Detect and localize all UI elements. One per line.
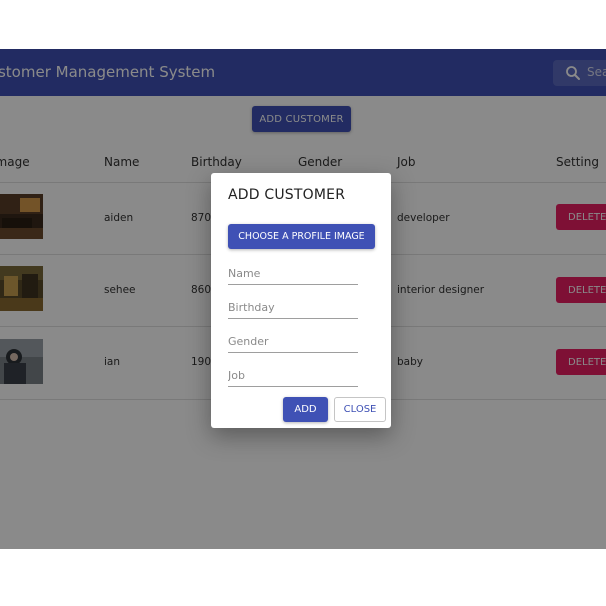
birthday-field xyxy=(228,296,358,319)
gender-input[interactable] xyxy=(228,331,358,353)
birthday-input[interactable] xyxy=(228,297,358,319)
name-input[interactable] xyxy=(228,263,358,285)
name-field xyxy=(228,262,358,285)
choose-profile-image-button[interactable]: CHOOSE A PROFILE IMAGE xyxy=(228,224,375,249)
job-field xyxy=(228,364,358,387)
dialog-title: ADD CUSTOMER xyxy=(228,187,346,203)
gender-field xyxy=(228,330,358,353)
dialog-add-button[interactable]: ADD xyxy=(283,397,328,422)
add-customer-dialog: ADD CUSTOMER CHOOSE A PROFILE IMAGE ADD … xyxy=(211,173,391,428)
job-input[interactable] xyxy=(228,365,358,387)
dialog-close-button[interactable]: CLOSE xyxy=(334,397,386,422)
